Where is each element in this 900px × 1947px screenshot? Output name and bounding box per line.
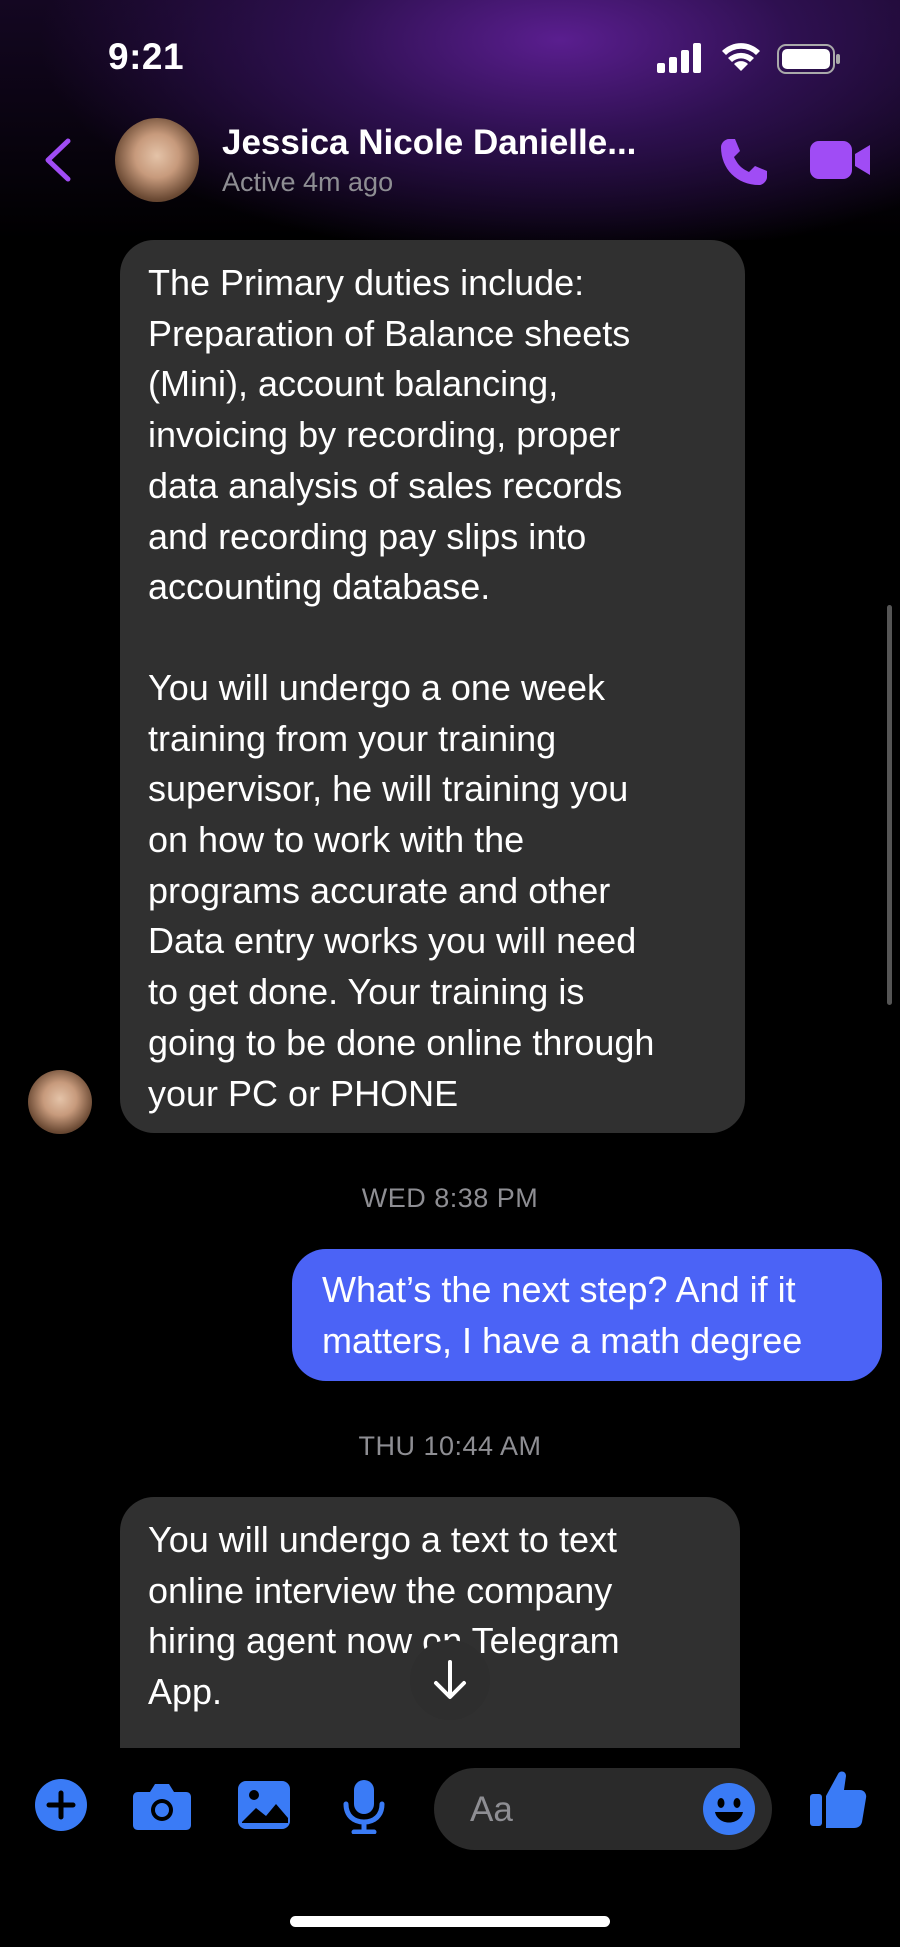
phone-icon[interactable] xyxy=(715,135,771,191)
wifi-icon xyxy=(722,43,760,71)
message-timestamp: WED 8:38 PM xyxy=(361,1183,539,1213)
gallery-icon[interactable] xyxy=(236,1778,292,1832)
sender-avatar[interactable] xyxy=(28,1070,92,1134)
message-text: You will undergo a one week training fro… xyxy=(148,666,655,1114)
microphone-icon[interactable] xyxy=(342,1778,386,1834)
contact-name[interactable]: Jessica Nicole Danielle... xyxy=(222,123,636,163)
contact-avatar[interactable] xyxy=(115,118,199,202)
back-chevron-icon[interactable] xyxy=(38,135,78,185)
video-camera-icon[interactable] xyxy=(810,137,872,183)
thumbs-up-icon[interactable] xyxy=(808,1768,868,1830)
contact-active-status: Active 4m ago xyxy=(222,167,394,197)
camera-icon[interactable] xyxy=(132,1778,192,1832)
conversation-header: Jessica Nicole Danielle... Active 4m ago xyxy=(0,115,900,205)
message-composer: Aa xyxy=(0,1748,900,1947)
message-timestamp: THU 10:44 AM xyxy=(358,1431,542,1461)
cellular-signal-icon xyxy=(657,43,701,73)
battery-icon xyxy=(777,44,840,74)
message-text: What’s the next step? And if it matters,… xyxy=(322,1269,803,1361)
scroll-to-bottom-button[interactable] xyxy=(410,1640,490,1720)
status-bar: 9:21 xyxy=(0,0,900,110)
message-input-placeholder: Aa xyxy=(470,1790,513,1829)
emoji-icon[interactable] xyxy=(702,1782,756,1836)
outgoing-message-bubble[interactable]: What’s the next step? And if it matters,… xyxy=(292,1249,882,1381)
status-time: 9:21 xyxy=(108,36,185,77)
incoming-message-bubble[interactable]: The Primary duties include: Preparation … xyxy=(120,240,745,1133)
message-text: The Primary duties include: Preparation … xyxy=(148,262,631,608)
incoming-message-bubble[interactable]: You will undergo a text to text online i… xyxy=(120,1497,740,1757)
message-input[interactable]: Aa xyxy=(434,1768,772,1850)
scrollbar[interactable] xyxy=(887,605,892,1005)
home-indicator[interactable] xyxy=(290,1916,610,1927)
arrow-down-icon xyxy=(434,1660,466,1699)
plus-icon[interactable] xyxy=(34,1778,88,1832)
